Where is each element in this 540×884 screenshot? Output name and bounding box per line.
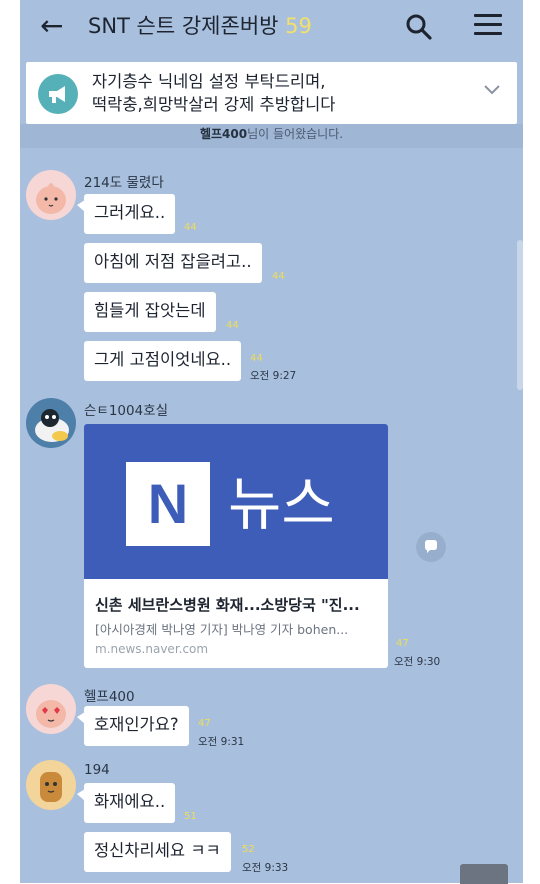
message-text: 아침에 저점 잡을려고..: [94, 252, 252, 271]
avatar[interactable]: [26, 760, 76, 810]
unread-count: 47: [198, 718, 211, 729]
message-time: 오전 9:27: [250, 370, 297, 382]
link-url: m.news.naver.com: [95, 642, 209, 656]
system-message-suffix: 님이 들어왔습니다.: [247, 127, 344, 141]
message-text: 그게 고점이엇네요..: [94, 350, 232, 369]
message-time: 오전 9:33: [242, 862, 289, 874]
message-bubble[interactable]: 힘들게 잡앗는데: [84, 292, 216, 332]
menu-icon[interactable]: [474, 14, 502, 40]
notice-line-1: 자기층수 닉네임 설정 부탁드리며,: [92, 72, 326, 91]
thumb-word: 뉴스: [228, 470, 335, 538]
naver-logo-icon: N: [126, 462, 210, 546]
sender-name: 214도 물렸다: [84, 175, 164, 191]
notice-text: 자기층수 닉네임 설정 부탁드리며, 떡락충,희망박살러 강제 추방합니다: [92, 70, 335, 116]
link-thumbnail: N 뉴스: [84, 424, 388, 579]
avatar[interactable]: [26, 170, 76, 220]
message-bubble[interactable]: 그러게요..: [76, 194, 176, 234]
system-message-name: 헬프400: [199, 127, 248, 141]
message-time: 오전 9:30: [394, 656, 441, 668]
unread-count: 44: [272, 271, 285, 282]
unread-count: 44: [250, 353, 263, 364]
avatar[interactable]: [26, 398, 76, 448]
unread-count: 44: [184, 222, 197, 233]
message-text: 화재에요..: [94, 792, 166, 811]
link-description: [아시아경제 박나영 기자] 박나영 기자 bohen...: [95, 622, 349, 637]
message-bubble[interactable]: 아침에 저점 잡을려고..: [84, 243, 262, 283]
sender-name: 194: [84, 762, 110, 778]
message-bubble[interactable]: 호재인가요?: [77, 706, 189, 746]
message-text: 그러게요..: [94, 203, 166, 222]
unread-count: 47: [396, 638, 409, 649]
notice-banner[interactable]: 자기층수 닉네임 설정 부탁드리며, 떡락충,희망박살러 강제 추방합니다: [26, 62, 517, 124]
unread-count: 52: [242, 844, 255, 855]
chat-title-text: SNT 슨트 강제존버방: [88, 14, 279, 38]
notice-line-2: 떡락충,희망박살러 강제 추방합니다: [92, 95, 336, 114]
message-bubble[interactable]: 그게 고점이엇네요..: [84, 341, 242, 381]
chat-screen: ← SNT 슨트 강제존버방 59 자기층수 닉네임 설정 부탁드리며, 떡락충…: [20, 0, 523, 883]
megaphone-icon: [38, 74, 78, 114]
search-icon[interactable]: [404, 12, 434, 42]
link-preview-card[interactable]: N 뉴스 신촌 세브란스병원 화재...소방당국 "진... [아시아경제 박나…: [84, 424, 388, 668]
chevron-down-icon[interactable]: [483, 80, 501, 98]
system-message: 헬프400님이 들어왔습니다.: [20, 124, 523, 148]
link-title: 신촌 세브란스병원 화재...소방당국 "진...: [95, 596, 360, 614]
sender-name: 슨ㅌ1004호실: [84, 403, 169, 419]
member-count: 59: [285, 14, 312, 38]
unread-count: 44: [226, 320, 239, 331]
avatar[interactable]: [26, 684, 76, 734]
unread-count: 51: [184, 811, 197, 822]
message-text: 힘들게 잡앗는데: [94, 301, 206, 320]
message-time: 오전 9:31: [198, 736, 245, 748]
back-arrow-icon[interactable]: ←: [40, 10, 63, 42]
message-text: 정신차리세요 ㅋㅋ: [94, 841, 221, 860]
chat-title: SNT 슨트 강제존버방 59: [88, 12, 312, 40]
message-text: 호재인가요?: [94, 715, 179, 734]
top-bar: ← SNT 슨트 강제존버방 59: [20, 0, 523, 54]
scrollbar[interactable]: [517, 240, 523, 390]
message-bubble[interactable]: 정신차리세요 ㅋㅋ: [84, 832, 231, 872]
thumb-letter: N: [147, 472, 189, 535]
share-icon[interactable]: [416, 532, 446, 562]
sender-name: 헬프400: [84, 689, 135, 705]
scroll-down-button[interactable]: [460, 864, 508, 884]
message-bubble[interactable]: 화재에요..: [76, 783, 176, 823]
